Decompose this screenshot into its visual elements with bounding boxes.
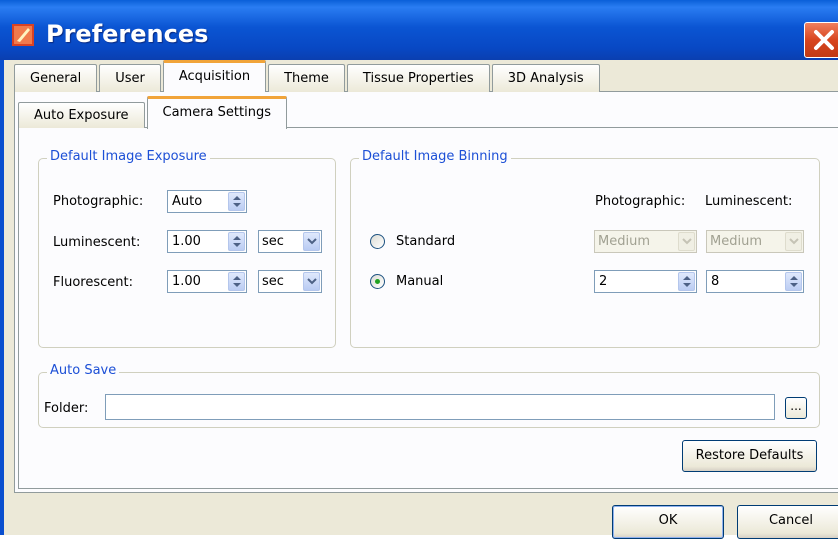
tab-3d-analysis[interactable]: 3D Analysis (491, 64, 600, 92)
ok-button[interactable]: OK (612, 505, 724, 539)
tab-tissue-properties[interactable]: Tissue Properties (346, 64, 490, 92)
title-bar[interactable]: Preferences (0, 0, 838, 60)
manual-photographic-stepper[interactable]: 2 (594, 270, 697, 293)
folder-label: Folder: (44, 401, 89, 416)
manual-luminescent-stepper[interactable]: 8 (706, 270, 804, 293)
fluorescent-unit-select[interactable]: sec (258, 270, 322, 293)
tab-camera-settings[interactable]: Camera Settings (146, 96, 287, 129)
tab-acquisition[interactable]: Acquisition (162, 60, 267, 92)
binning-photographic-header: Photographic: (595, 194, 686, 209)
luminescent-unit-value: sec (262, 234, 284, 249)
luminescent-exposure-value: 1.00 (172, 234, 201, 249)
tab-auto-exposure[interactable]: Auto Exposure (18, 102, 145, 128)
manual-radio[interactable] (370, 274, 385, 289)
chevron-down-icon[interactable] (303, 232, 320, 251)
manual-luminescent-value: 8 (711, 274, 720, 289)
autosave-group-title: Auto Save (47, 363, 120, 378)
selected-dot-icon (375, 279, 380, 284)
fluorescent-unit-value: sec (262, 274, 284, 289)
spinner-icon[interactable] (228, 192, 245, 211)
exposure-group: Default Image Exposure (38, 149, 336, 348)
cancel-button[interactable]: Cancel (737, 505, 838, 539)
standard-radio[interactable] (370, 234, 385, 249)
binning-group: Default Image Binning (350, 149, 820, 348)
tab-user[interactable]: User (99, 64, 161, 92)
photographic-exposure-value: Auto (172, 194, 203, 209)
chevron-down-icon[interactable] (303, 272, 320, 291)
browse-button[interactable]: ... (785, 397, 807, 419)
window-frame (0, 60, 4, 535)
standard-label: Standard (396, 234, 456, 249)
standard-luminescent-value: Medium (710, 234, 762, 249)
spinner-icon[interactable] (228, 232, 245, 251)
tab-theme[interactable]: Theme (268, 64, 345, 92)
tab-general[interactable]: General (14, 64, 98, 92)
close-button[interactable] (804, 22, 838, 58)
close-icon (814, 30, 834, 50)
preferences-window: Preferences General User Acquisition The… (0, 0, 838, 539)
standard-luminescent-select: Medium (706, 230, 804, 253)
binning-group-title: Default Image Binning (359, 149, 511, 164)
spinner-icon[interactable] (785, 272, 802, 291)
fluorescent-exposure-stepper[interactable]: 1.00 (167, 270, 247, 293)
restore-defaults-button[interactable]: Restore Defaults (682, 440, 817, 472)
photographic-exposure-stepper[interactable]: Auto (167, 190, 247, 213)
fluorescent-label: Fluorescent: (53, 275, 133, 290)
spinner-icon[interactable] (678, 272, 695, 291)
spinner-icon[interactable] (228, 272, 245, 291)
chevron-down-icon (785, 232, 802, 251)
sub-tabs: Auto Exposure Camera Settings (18, 96, 289, 129)
standard-photographic-value: Medium (598, 234, 650, 249)
chevron-down-icon (678, 232, 695, 251)
standard-photographic-select: Medium (594, 230, 697, 253)
app-icon (12, 24, 34, 46)
manual-photographic-value: 2 (599, 274, 608, 289)
fluorescent-exposure-value: 1.00 (172, 274, 201, 289)
exposure-group-title: Default Image Exposure (47, 149, 210, 164)
luminescent-unit-select[interactable]: sec (258, 230, 322, 253)
window-title: Preferences (46, 20, 209, 48)
main-tabs: General User Acquisition Theme Tissue Pr… (14, 60, 602, 92)
luminescent-exposure-stepper[interactable]: 1.00 (167, 230, 247, 253)
folder-input[interactable] (105, 394, 775, 420)
manual-label: Manual (396, 274, 444, 289)
photographic-label: Photographic: (53, 194, 144, 209)
luminescent-label: Luminescent: (53, 235, 141, 250)
binning-luminescent-header: Luminescent: (705, 194, 793, 209)
